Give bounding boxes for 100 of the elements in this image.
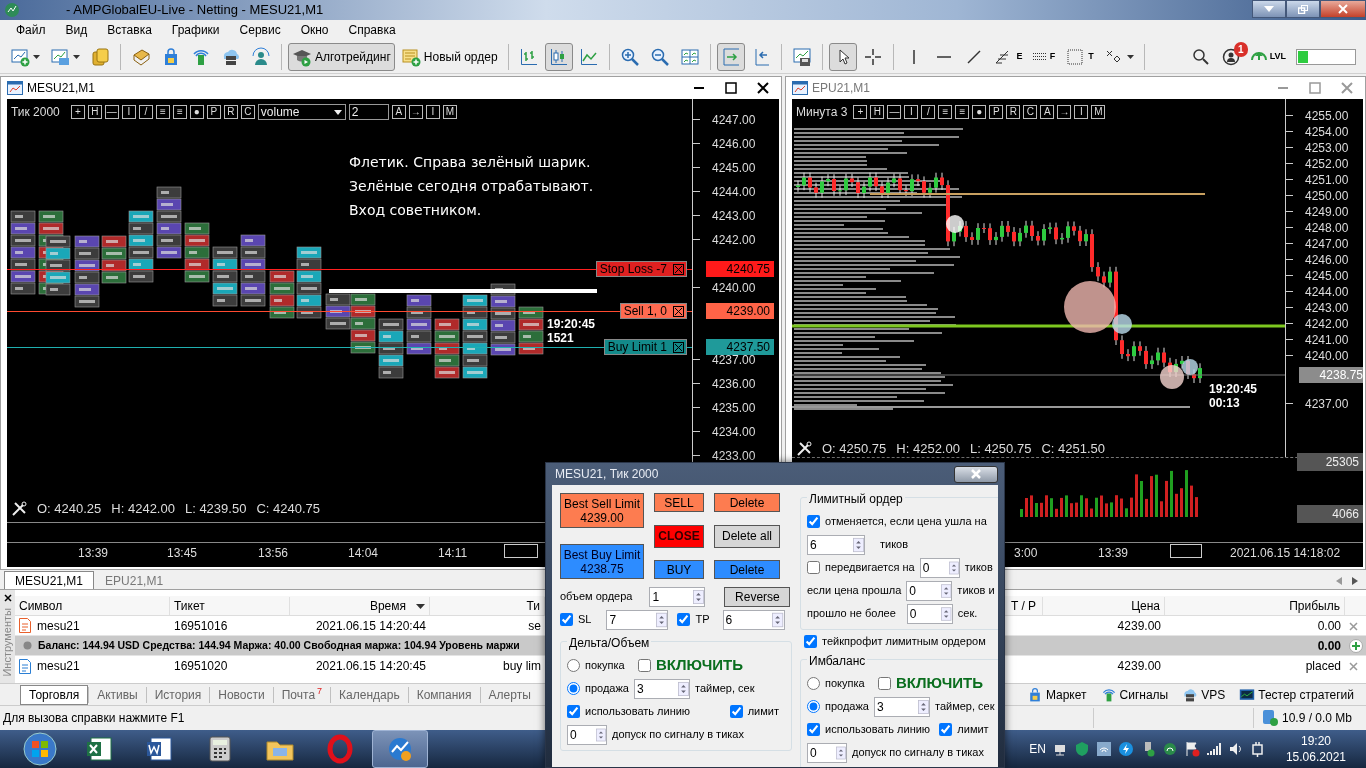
chart-tool-button[interactable]: P — [989, 105, 1004, 119]
chart-tool-button[interactable]: — — [887, 105, 902, 119]
wifi-icon[interactable] — [1095, 741, 1112, 757]
menu-item[interactable]: Графики — [161, 21, 230, 39]
signal-bars-icon[interactable] — [1205, 741, 1222, 757]
spinner-field[interactable]: 1 — [649, 586, 706, 607]
column-header[interactable]: Время — [290, 596, 430, 615]
chart-tool-button[interactable]: R — [1006, 105, 1021, 119]
checkbox[interactable] — [729, 705, 743, 718]
chart-tool-button[interactable]: + — [853, 105, 868, 119]
minimize-button[interactable] — [1252, 0, 1286, 18]
chart-tool-button[interactable]: C — [1023, 105, 1038, 119]
tab[interactable]: История — [145, 686, 210, 703]
chart-tool-button[interactable]: R — [223, 105, 238, 119]
spinner-field[interactable]: 0 — [906, 580, 953, 601]
order-line-label[interactable]: Sell 1, 0 — [619, 303, 687, 319]
checkbox[interactable] — [878, 677, 891, 690]
checkbox[interactable] — [677, 613, 691, 626]
flag-icon[interactable] — [1183, 741, 1200, 757]
menu-item[interactable]: Файл — [6, 21, 56, 39]
tab[interactable]: Алерты — [479, 686, 539, 703]
service-link[interactable]: VPS — [1182, 685, 1226, 704]
spinner-field[interactable]: 3 — [634, 678, 690, 699]
radio-button[interactable] — [567, 659, 580, 672]
close-button[interactable] — [954, 465, 998, 483]
chart-tool-button[interactable]: + — [70, 105, 85, 119]
number-spinner[interactable]: 2 — [348, 104, 389, 120]
chart-tab[interactable]: EPU21,M1 — [94, 571, 175, 589]
signal-icon[interactable] — [1161, 741, 1178, 757]
spinner-field[interactable]: 0 — [807, 742, 847, 763]
tab[interactable]: Почта $^{7}$ — [272, 686, 331, 703]
order-button[interactable]: Delete — [714, 493, 780, 512]
tab[interactable]: Компания — [407, 686, 480, 703]
checkbox[interactable] — [939, 723, 953, 736]
spinner-field[interactable]: 6 — [722, 609, 785, 630]
column-header[interactable]: Прибыль — [1165, 596, 1345, 615]
order-button[interactable]: Delete — [714, 560, 780, 579]
dotted-grid-button[interactable]: F — [1028, 42, 1060, 71]
menu-item[interactable]: Вставка — [97, 21, 162, 39]
order-button[interactable]: SELL — [654, 493, 704, 512]
tab[interactable]: Календарь — [330, 686, 408, 703]
chart-tool-button[interactable]: I — [1074, 105, 1089, 119]
toolbar-button[interactable]: Новый ордер — [396, 42, 502, 71]
chart-tool-button[interactable]: H — [87, 105, 102, 119]
chart-tab[interactable]: MESU21,M1 — [4, 571, 95, 589]
order-button[interactable]: CLOSE — [654, 524, 704, 548]
chart-tool-button[interactable]: ≡ — [938, 105, 953, 119]
restore-button[interactable] — [1286, 0, 1320, 18]
spinner-field[interactable]: 0 — [906, 603, 953, 624]
close-button[interactable] — [1320, 0, 1366, 18]
radio-button[interactable] — [807, 677, 820, 690]
speaker-icon[interactable] — [1227, 741, 1244, 757]
chart-tool-button[interactable]: ≡ — [172, 105, 187, 119]
chart-tool-button[interactable]: I — [121, 105, 136, 119]
menu-item[interactable]: Сервис — [229, 21, 291, 39]
chart-tool-button[interactable]: M — [1091, 105, 1106, 119]
shield-icon[interactable] — [1073, 741, 1090, 757]
candlestick-button[interactable] — [544, 42, 573, 71]
spinner-field[interactable]: 3 — [874, 696, 930, 717]
chart-tool-button[interactable]: C — [240, 105, 255, 119]
power-plug-icon[interactable] — [1249, 741, 1266, 757]
checkbox[interactable] — [804, 635, 817, 648]
reverse-button[interactable]: Reverse — [724, 586, 791, 607]
order-button[interactable]: Best Sell Limit 4239.00 — [560, 493, 644, 528]
order-button[interactable]: Delete all — [714, 524, 780, 548]
chart-tool-button[interactable]: ● — [972, 105, 987, 119]
order-line-label[interactable]: Buy Limit 1 — [603, 339, 687, 355]
checkbox[interactable] — [567, 705, 580, 718]
checkbox[interactable] — [807, 515, 820, 528]
service-link[interactable]: Сигналы — [1100, 685, 1169, 704]
chart-tool-button[interactable]: ≡ — [955, 105, 970, 119]
checkbox[interactable] — [807, 561, 820, 574]
chart-tool-button[interactable]: — — [104, 105, 119, 119]
menu-item[interactable]: Окно — [290, 21, 339, 39]
tab[interactable]: Новости — [209, 686, 273, 703]
chart-tool-button[interactable]: M — [442, 105, 457, 119]
chart-tool-button[interactable]: → — [1057, 105, 1072, 119]
menu-item[interactable]: Вид — [55, 21, 98, 39]
checkbox[interactable] — [638, 659, 651, 672]
service-link[interactable]: Маркет — [1026, 685, 1087, 704]
lightning-icon[interactable] — [1117, 741, 1134, 757]
checkbox[interactable] — [560, 613, 573, 626]
chart-tool-button[interactable]: / — [921, 105, 936, 119]
checkbox[interactable] — [807, 723, 820, 736]
clock-time[interactable]: 19:20 — [1300, 733, 1331, 749]
radio-button[interactable] — [567, 682, 580, 695]
fibonacci-button[interactable]: E — [989, 42, 1027, 71]
order-button[interactable]: BUY — [654, 560, 704, 579]
service-link[interactable]: Тестер стратегий — [1239, 685, 1354, 704]
clock-date[interactable]: 15.06.2021 — [1285, 749, 1346, 765]
chart-tool-button[interactable]: ● — [189, 105, 204, 119]
toolbar-button[interactable]: LVL — [1246, 42, 1290, 71]
spinner-field[interactable]: 0 — [919, 557, 960, 578]
radio-button[interactable] — [807, 700, 820, 713]
language-indicator[interactable]: EN — [1029, 740, 1046, 758]
indicator-dropdown[interactable]: volume — [257, 104, 346, 120]
column-header[interactable]: Цена — [1043, 596, 1165, 615]
autoscroll-button[interactable] — [716, 42, 745, 71]
spinner-field[interactable]: 6 — [807, 534, 865, 555]
menu-item[interactable]: Справка — [338, 21, 406, 39]
